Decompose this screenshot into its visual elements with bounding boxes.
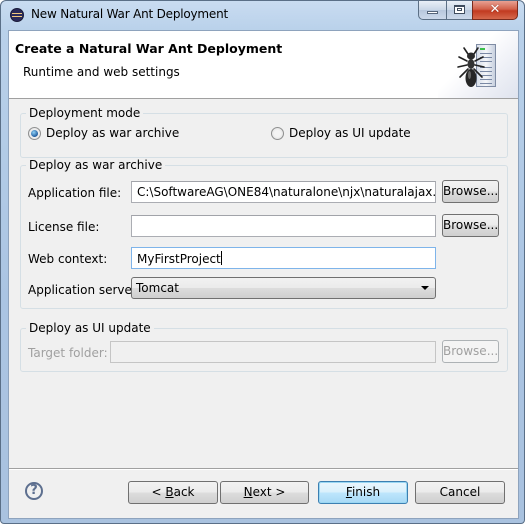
ant-icon (457, 47, 485, 87)
license-file-label: License file: (28, 220, 100, 234)
chevron-down-icon (421, 286, 429, 290)
page-subtitle: Runtime and web settings (23, 65, 180, 79)
footer-separator (9, 468, 518, 470)
page-title: Create a Natural War Ant Deployment (15, 41, 283, 56)
minimize-icon (427, 11, 438, 14)
web-context-label: Web context: (28, 252, 108, 266)
application-server-select[interactable]: Tomcat (131, 277, 436, 299)
license-file-input[interactable] (131, 215, 436, 237)
window-title: New Natural War Ant Deployment (31, 7, 228, 21)
radio-label: Deploy as war archive (46, 126, 180, 140)
finish-button[interactable]: Finish (318, 481, 408, 504)
maximize-button[interactable] (446, 1, 472, 20)
radio-label: Deploy as UI update (289, 126, 411, 140)
target-folder-label: Target folder: (28, 346, 108, 360)
maximize-icon (454, 5, 465, 14)
radio-unchecked-icon (271, 126, 284, 140)
cancel-button[interactable]: Cancel (415, 481, 505, 504)
license-file-browse-button[interactable]: Browse... (442, 214, 499, 237)
radio-checked-icon (28, 126, 41, 140)
war-archive-legend: Deploy as war archive (26, 158, 166, 172)
web-context-value: MyFirstProject (137, 252, 221, 266)
close-icon: ✕ (489, 2, 501, 17)
back-button[interactable]: < Back (128, 481, 218, 504)
minimize-button[interactable] (418, 1, 446, 20)
deployment-mode-group: Deployment mode Deploy as war archive De… (20, 106, 508, 158)
close-button[interactable]: ✕ (472, 1, 518, 20)
eclipse-icon (10, 8, 24, 22)
radio-deploy-war-archive[interactable]: Deploy as war archive (28, 126, 179, 140)
text-caret (220, 251, 222, 265)
wizard-banner: Create a Natural War Ant Deployment Runt… (9, 31, 518, 99)
title-bar[interactable]: New Natural War Ant Deployment ✕ (1, 1, 524, 29)
war-archive-group: Deploy as war archive Application file: … (20, 158, 508, 309)
application-file-input[interactable]: C:\SoftwareAG\ONE84\naturalone\njx\natur… (131, 181, 436, 203)
application-server-value: Tomcat (136, 281, 179, 295)
help-icon[interactable]: ? (25, 482, 43, 500)
banner-image (438, 31, 518, 98)
radio-deploy-ui-update[interactable]: Deploy as UI update (271, 126, 411, 140)
dialog-window: New Natural War Ant Deployment ✕ Create … (0, 0, 525, 524)
application-server-label: Application server: (28, 283, 141, 297)
ui-update-group: Deploy as UI update Target folder: Brows… (20, 321, 508, 372)
target-folder-browse-button[interactable]: Browse... (442, 340, 499, 363)
deployment-mode-legend: Deployment mode (26, 106, 144, 120)
dialog-client-area: Create a Natural War Ant Deployment Runt… (8, 30, 519, 519)
target-folder-input[interactable] (110, 341, 436, 363)
application-file-label: Application file: (28, 186, 122, 200)
web-context-input[interactable]: MyFirstProject (131, 247, 436, 269)
ui-update-legend: Deploy as UI update (26, 321, 154, 335)
window-controls: ✕ (418, 1, 518, 21)
application-file-browse-button[interactable]: Browse... (442, 180, 499, 203)
next-button[interactable]: Next > (220, 481, 309, 504)
